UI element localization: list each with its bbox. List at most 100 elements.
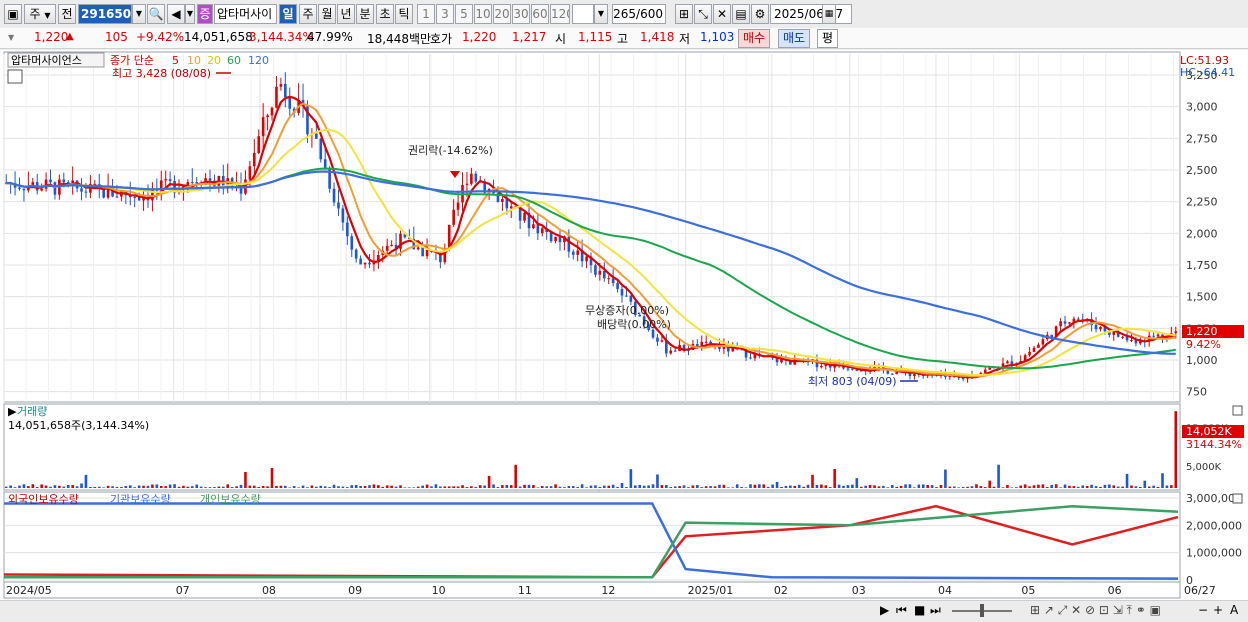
volume-bar (957, 487, 961, 488)
stock-chart-svg[interactable]: 3,000,0002,000,0001,000,0000 2024/05 07 08… (0, 50, 1248, 600)
tab-second[interactable]: 초 (376, 4, 394, 24)
tool-icons[interactable]: ⊞ ↗ ⤢ ✕ ⊘ ⊡ ⇲ ⤒ ⚭ ▣ (1030, 602, 1161, 619)
stock-name-field[interactable]: 압타머사이 (214, 4, 277, 24)
candle-body (611, 278, 615, 284)
candle-body (133, 197, 136, 199)
arrow-down-icon: ▼ (8, 33, 15, 42)
price-tick-label: 2,500 (1186, 164, 1218, 177)
prev-button[interactable]: 전 (58, 4, 76, 24)
volume-bar (1099, 486, 1102, 488)
font-size-icon[interactable]: A (1230, 602, 1238, 619)
volume-bar (266, 486, 269, 488)
holding-close-icon[interactable] (1232, 493, 1243, 504)
price-tick-label: 3,000 (1186, 101, 1218, 114)
zoom-in-icon[interactable]: + (1213, 602, 1223, 619)
market-select[interactable]: 주 ▼ (24, 4, 56, 24)
volume-close-icon[interactable] (1232, 405, 1243, 416)
volume-bar (571, 486, 575, 488)
interval-10[interactable]: 10 (474, 4, 492, 24)
volume-bar (155, 484, 159, 488)
volume-panel[interactable] (3, 403, 1181, 491)
turnover-rate: 47.99% (307, 30, 353, 44)
gear-icon[interactable]: ⚙ (751, 4, 769, 24)
tab-year[interactable]: 년 (337, 4, 355, 24)
drawing-tool-icon[interactable]: ⤡ (694, 4, 712, 24)
holding-panel[interactable] (3, 491, 1181, 583)
candle-body (346, 222, 349, 237)
candle-body (288, 97, 292, 109)
individual-holding-label: 개인보유수량 (200, 493, 261, 506)
interval-30[interactable]: 30 (512, 4, 530, 24)
grid-toggle-icon[interactable] (7, 69, 23, 84)
volume-bar (1174, 411, 1178, 488)
volume-bar (443, 486, 447, 488)
custom-interval-input[interactable] (572, 4, 594, 24)
volume-bar (80, 483, 83, 488)
stock-code-input[interactable]: 291650 (78, 4, 132, 24)
interval-1[interactable]: 1 (417, 4, 435, 24)
code-dropdown-icon[interactable]: ▼ (132, 4, 146, 24)
price-panel[interactable] (3, 51, 1181, 403)
volume-bar (917, 484, 921, 488)
save-icon[interactable]: ▤ (732, 4, 750, 24)
interval-120[interactable]: 120 (550, 4, 570, 24)
candle-body (576, 250, 580, 255)
volume-bar (301, 485, 305, 488)
window-menu-icon[interactable]: ▣ (4, 4, 22, 24)
candle-body (594, 265, 597, 275)
candle-body (913, 374, 916, 377)
data-count-field[interactable]: 265/600 (612, 4, 666, 24)
sound-dropdown-icon[interactable]: ▼ (185, 4, 195, 24)
volume-bar (1014, 487, 1018, 488)
volume-bar (952, 486, 956, 488)
interval-20[interactable]: 20 (493, 4, 511, 24)
crosshair-icon[interactable]: ✕ (713, 4, 731, 24)
ma60-label: 60 (227, 54, 241, 67)
volume-bar (678, 486, 681, 488)
evaluate-button[interactable]: 평 (817, 29, 839, 48)
buy-button[interactable]: 매수 (738, 29, 771, 48)
interval-3[interactable]: 3 (436, 4, 454, 24)
volume-bar (40, 484, 43, 488)
volume-bar (164, 486, 168, 488)
volume-bar (399, 485, 402, 488)
candle-body (1174, 331, 1178, 334)
scroll-right-icon[interactable]: ▶ (880, 602, 889, 619)
volume-bar (9, 485, 12, 488)
interval-5[interactable]: 5 (455, 4, 473, 24)
interval-60[interactable]: 60 (531, 4, 549, 24)
x-tick-label: 11 (518, 584, 532, 597)
tab-week[interactable]: 주 (299, 4, 317, 24)
change-percent: +9.42% (136, 30, 185, 44)
interval-dropdown-icon[interactable]: ▼ (594, 4, 608, 24)
tab-day[interactable]: 일 (279, 4, 297, 24)
candle-body (474, 173, 478, 182)
sound-icon[interactable]: ◀ (167, 4, 185, 24)
volume-bar (930, 485, 934, 488)
scroll-last-icon[interactable]: ⏭ (930, 602, 941, 619)
volume-bar (1134, 486, 1138, 488)
volume-bar (213, 487, 216, 488)
candle-body (279, 83, 283, 87)
search-icon[interactable]: 🔍 (147, 4, 165, 24)
tab-month[interactable]: 월 (318, 4, 336, 24)
x-tick-label: 2024/05 (6, 584, 52, 597)
volume-bar (877, 486, 881, 488)
candle-body (390, 244, 393, 246)
calendar-icon[interactable]: ▦ (822, 4, 836, 24)
tab-tick[interactable]: 틱 (395, 4, 413, 24)
scroll-first-icon[interactable]: ⏮ (896, 602, 907, 619)
tab-minute[interactable]: 분 (356, 4, 374, 24)
volume-bar (53, 485, 57, 488)
zoom-out-icon[interactable]: − (1198, 602, 1208, 619)
chart-area[interactable]: 3,000,000 2,000,000 1,000,000 0 2024/05 07 08… (0, 50, 1248, 600)
chart-type-icon[interactable]: ⊞ (675, 4, 693, 24)
sell-button[interactable]: 매도 (778, 29, 811, 48)
stop-icon[interactable]: ■ (914, 602, 925, 619)
ma20-label: 20 (207, 54, 221, 67)
category-badge: 증 (197, 4, 213, 24)
date-input[interactable]: 2025/06/27 (770, 4, 852, 24)
zoom-handle[interactable] (980, 604, 984, 617)
candle-body (168, 179, 172, 182)
bottom-scrollbar[interactable]: ▶ ⏮ ■ ⏭ ⊞ ↗ ⤢ ✕ ⊘ ⊡ ⇲ ⤒ ⚭ ▣ − + A (0, 600, 1248, 622)
